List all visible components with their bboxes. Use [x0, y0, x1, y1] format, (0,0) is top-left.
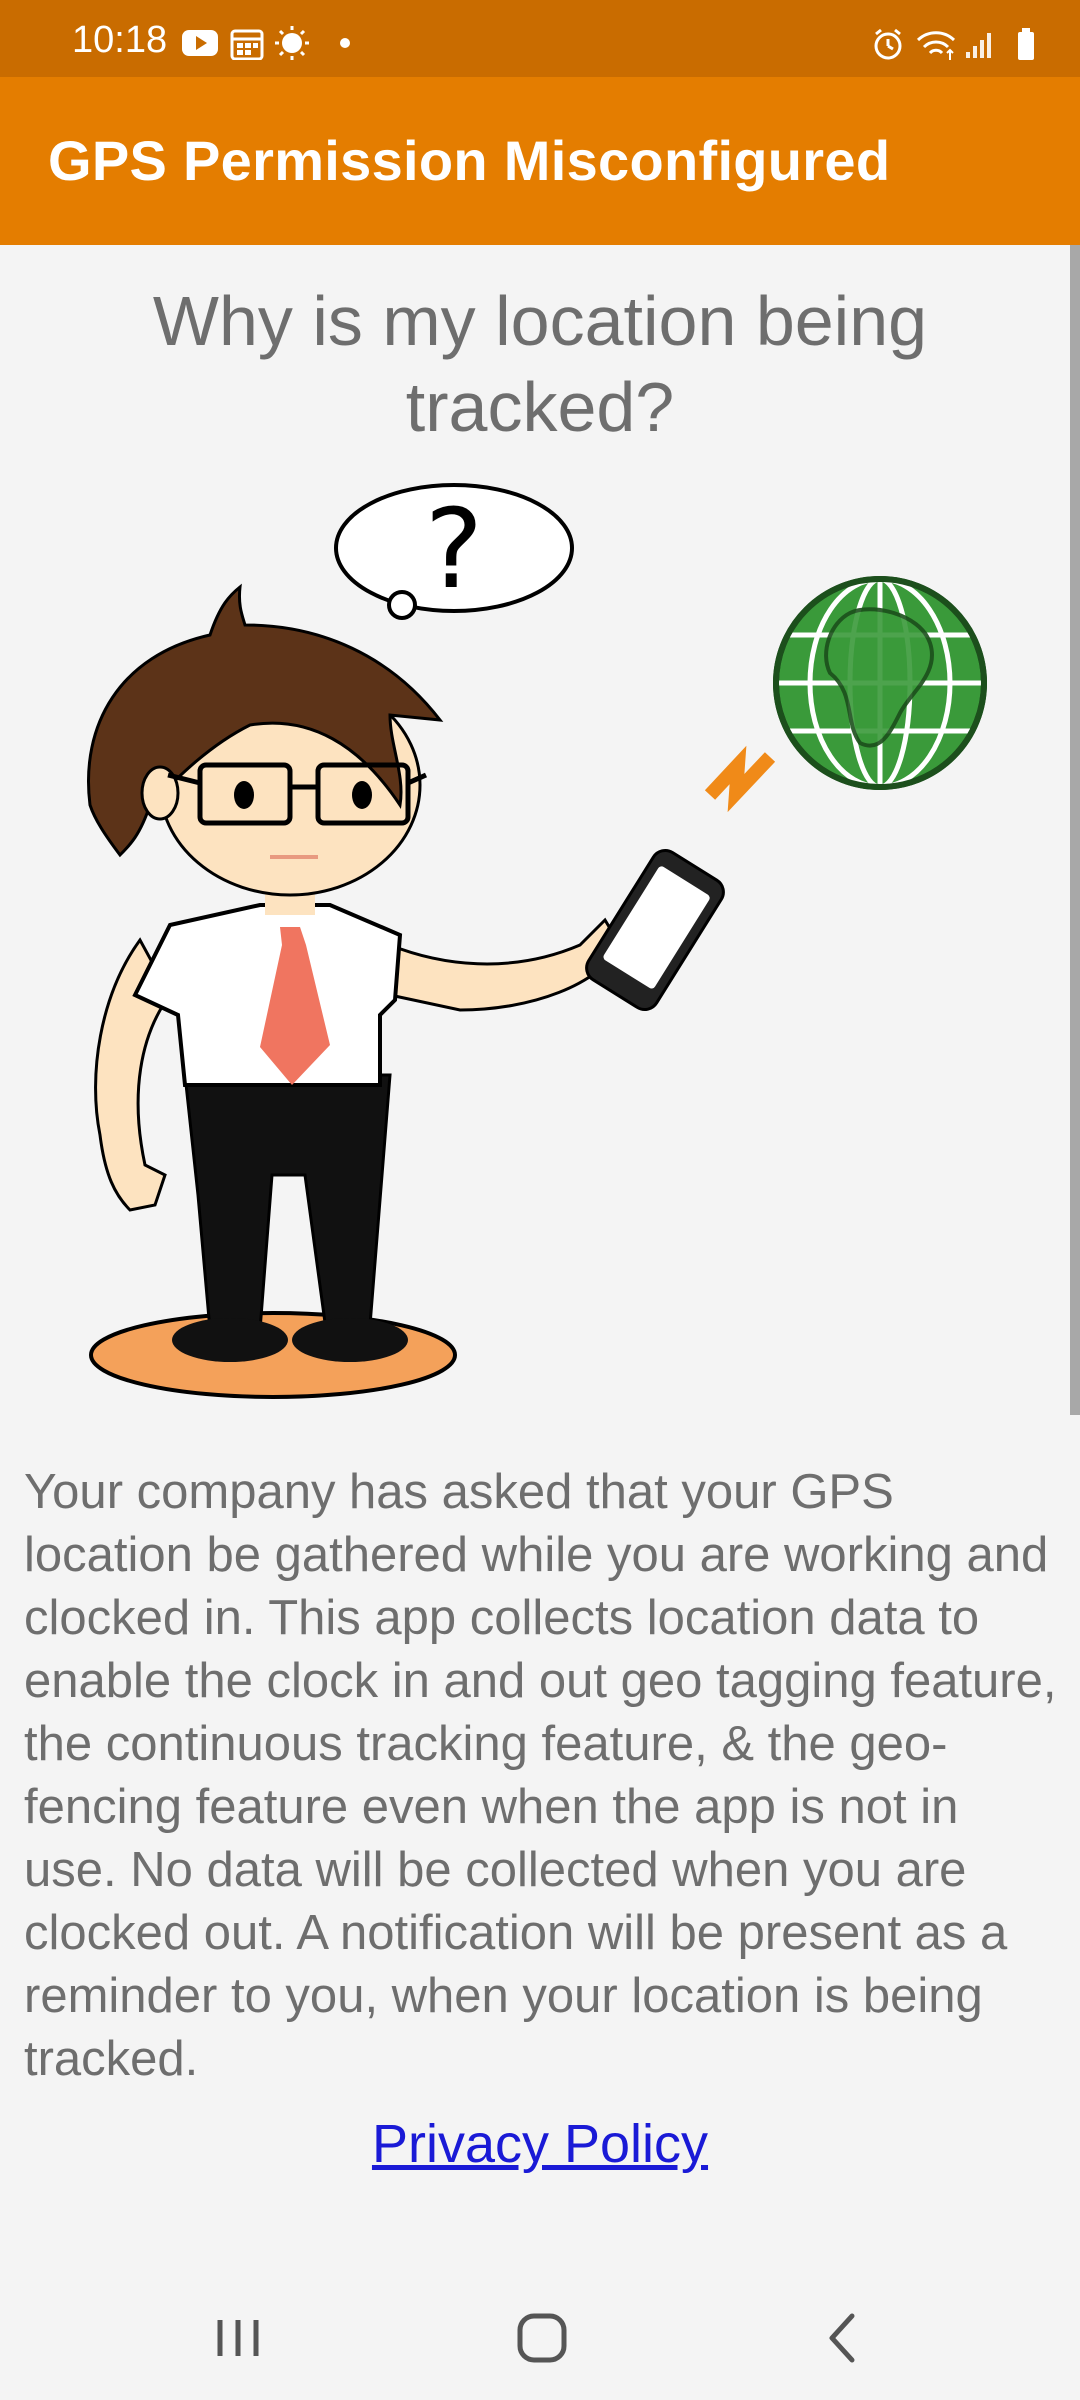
status-right-icons: [874, 28, 1034, 60]
app-bar-title: GPS Permission Misconfigured: [48, 129, 891, 192]
app-bar: GPS Permission Misconfigured: [0, 77, 1080, 245]
alarm-icon: [874, 28, 902, 60]
signal-icon: [966, 33, 991, 58]
person-with-phone-and-globe-illustration: ?: [87, 483, 987, 1399]
wifi-icon: [916, 31, 956, 60]
signal-zigzag: [704, 745, 776, 813]
recent-apps-icon[interactable]: [178, 2298, 298, 2378]
status-bar: 10:18: [0, 0, 1080, 77]
home-icon[interactable]: [482, 2298, 602, 2378]
status-time: 10:18: [72, 19, 168, 61]
shirt: [132, 903, 403, 1087]
scrollbar[interactable]: [1070, 245, 1080, 1415]
globe-icon: [773, 576, 987, 790]
battery-icon: [1018, 28, 1034, 60]
youtube-icon: [182, 30, 218, 56]
left-shoe: [172, 1318, 288, 1362]
right-shoe: [292, 1318, 408, 1362]
back-icon[interactable]: [784, 2298, 904, 2378]
privacy-policy-container: Privacy Policy: [0, 2113, 1080, 2175]
privacy-policy-link[interactable]: Privacy Policy: [372, 2114, 708, 2174]
calendar-icon: [230, 29, 264, 60]
brightness-icon: [275, 26, 309, 60]
pants: [183, 1073, 392, 1332]
question-mark: ?: [425, 485, 483, 613]
navigation-bar: [0, 2270, 1080, 2400]
status-left-icons: [182, 26, 350, 60]
thought-bubble: ?: [334, 483, 574, 620]
page-heading: Why is my location being tracked?: [152, 282, 928, 446]
dot-icon: [340, 38, 350, 48]
explanation-text: Your company has asked that your GPS loc…: [24, 1465, 1057, 2086]
